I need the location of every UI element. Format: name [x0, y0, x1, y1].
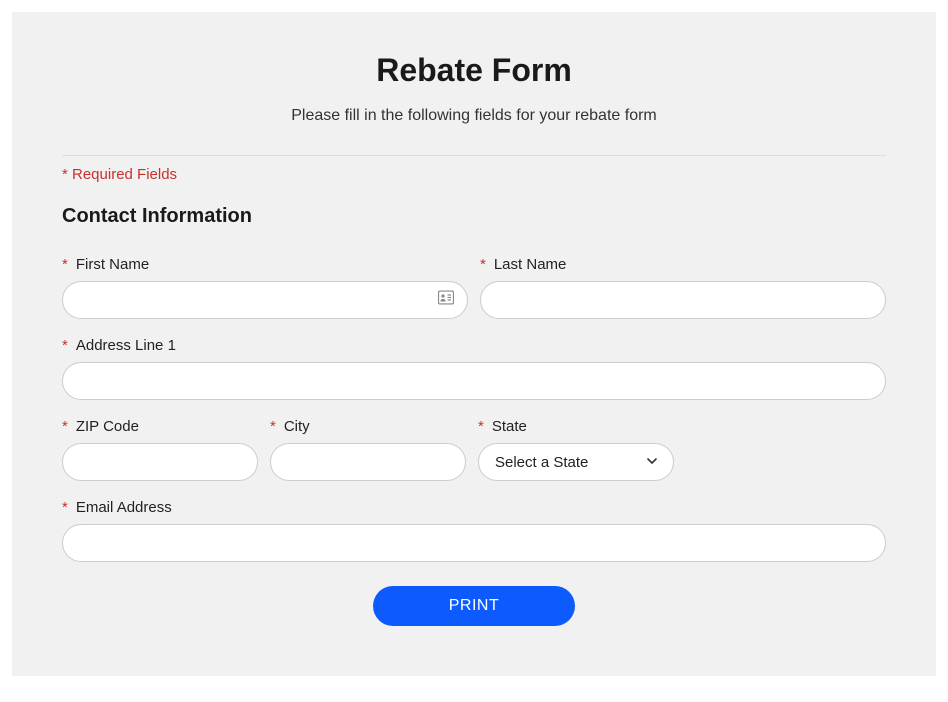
required-marker: * [480, 256, 486, 273]
required-marker: * [478, 418, 484, 435]
label-first-name: First Name [76, 256, 149, 273]
row-address: * Address Line 1 [62, 337, 886, 400]
section-title-contact: Contact Information [62, 205, 886, 228]
required-fields-note: * Required Fields [62, 166, 886, 183]
label-last-name: Last Name [494, 256, 567, 273]
rebate-form-page: Rebate Form Please fill in the following… [12, 12, 936, 676]
required-marker: * [62, 337, 68, 354]
field-first-name: * First Name [62, 256, 468, 319]
field-last-name: * Last Name [480, 256, 886, 319]
field-city: * City [270, 418, 466, 481]
label-address1: Address Line 1 [76, 337, 176, 354]
row-zip-city-state: * ZIP Code * City * State Select a State [62, 418, 886, 481]
field-state: * State Select a State [478, 418, 674, 481]
field-email: * Email Address [62, 499, 886, 562]
email-input[interactable] [62, 524, 886, 562]
city-input[interactable] [270, 443, 466, 481]
required-marker: * [62, 499, 68, 516]
field-address1: * Address Line 1 [62, 337, 886, 400]
label-zip: ZIP Code [76, 418, 139, 435]
required-marker: * [62, 256, 68, 273]
label-state: State [492, 418, 527, 435]
row-email: * Email Address [62, 499, 886, 562]
address1-input[interactable] [62, 362, 886, 400]
label-city: City [284, 418, 310, 435]
print-button[interactable]: PRINT [373, 586, 576, 626]
field-zip: * ZIP Code [62, 418, 258, 481]
page-subtitle: Please fill in the following fields for … [62, 107, 886, 125]
state-select-value: Select a State [495, 454, 588, 471]
row-name: * First Name * [62, 256, 886, 319]
state-select[interactable]: Select a State [478, 443, 674, 481]
required-marker: * [62, 418, 68, 435]
zip-input[interactable] [62, 443, 258, 481]
divider [62, 155, 886, 156]
label-email: Email Address [76, 499, 172, 516]
chevron-down-icon [647, 456, 657, 468]
required-marker: * [270, 418, 276, 435]
first-name-input[interactable] [62, 281, 468, 319]
button-row: PRINT [62, 586, 886, 626]
page-title: Rebate Form [62, 52, 886, 89]
last-name-input[interactable] [480, 281, 886, 319]
